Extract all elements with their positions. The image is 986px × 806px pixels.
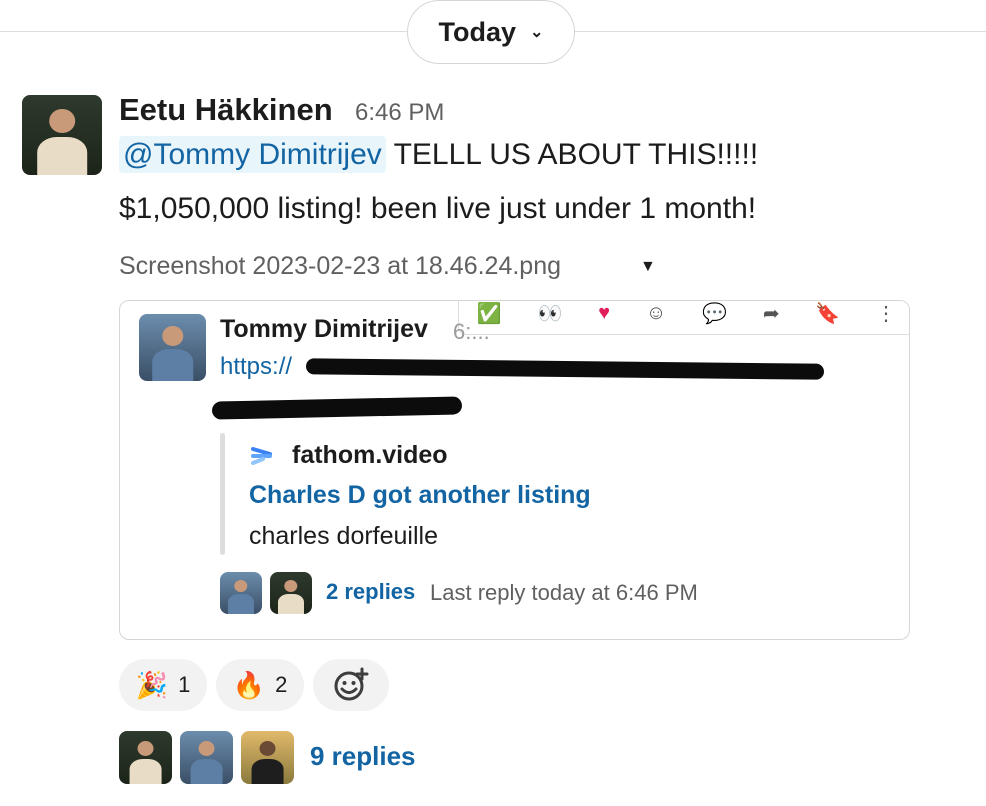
attachment-file-name[interactable]: Screenshot 2023-02-23 at 18.46.24.png (119, 252, 561, 281)
sender-avatar[interactable] (22, 95, 102, 175)
fire-icon: 🔥 (232, 669, 266, 700)
caret-down-icon[interactable]: ▼ (640, 258, 656, 276)
thread-participant-avatar[interactable] (180, 731, 233, 784)
message-time[interactable]: 6:46 PM (355, 99, 444, 127)
reply-avatar (220, 572, 262, 614)
link-preview-domain: fathom.video (292, 441, 448, 469)
more-icon: ⋮ (876, 302, 897, 325)
inner-last-reply: Last reply today at 6:46 PM (430, 580, 698, 605)
thread-participant-avatar[interactable] (119, 731, 172, 784)
attachment-image[interactable]: ✅ 👀 ♥ ☺ 💬 ➦ 🔖 ⋮ Tommy Dimitrijev 6:... h… (119, 300, 910, 640)
reaction-party[interactable]: 🎉 1 (119, 659, 207, 711)
date-divider-button[interactable]: Today ⌄ (407, 0, 575, 64)
message-text-line1: @Tommy Dimitrijev TELLL US ABOUT THIS!!!… (119, 136, 759, 173)
reaction-count: 2 (275, 672, 288, 697)
share-icon: ➦ (762, 302, 780, 325)
thread-replies-link[interactable]: 9 replies (310, 741, 416, 772)
inner-sender-name: Tommy Dimitrijev (220, 315, 428, 343)
date-divider-label: Today (438, 16, 517, 47)
link-preview-description: charles dorfeuille (249, 522, 438, 550)
add-reaction-button[interactable] (313, 659, 389, 711)
bookmark-icon: 🔖 (815, 302, 841, 325)
add-emoji-icon (334, 667, 369, 701)
reaction-count: 1 (178, 672, 191, 697)
inner-sender-avatar (139, 314, 206, 381)
reply-avatar (270, 572, 312, 614)
heart-icon: ♥ (598, 301, 611, 324)
inner-link: https:// (220, 353, 293, 380)
message-text-line2: $1,050,000 listing! been live just under… (119, 192, 757, 225)
message-text: TELLL US ABOUT THIS!!!!! (393, 138, 759, 171)
chevron-down-icon: ⌄ (530, 24, 544, 41)
inner-replies-link: 2 replies (326, 579, 416, 604)
redaction-mark (305, 358, 825, 380)
eyes-icon: 👀 (537, 302, 563, 325)
user-mention[interactable]: @Tommy Dimitrijev (119, 136, 386, 173)
emoji-icon: ☺ (645, 301, 667, 324)
sender-name[interactable]: Eetu Häkkinen (119, 92, 333, 128)
message-actions-toolbar: ✅ 👀 ♥ ☺ 💬 ➦ 🔖 ⋮ (458, 301, 909, 335)
link-preview-title: Charles D got another listing (249, 481, 591, 509)
link-preview-bar (220, 433, 225, 555)
inner-message-time: 6:... (453, 319, 490, 344)
party-popper-icon: 🎉 (135, 669, 169, 700)
fathom-logo-icon (251, 447, 272, 465)
reply-icon: 💬 (702, 302, 728, 325)
thread-participant-avatar[interactable] (241, 731, 294, 784)
redaction-mark (211, 396, 463, 420)
reaction-fire[interactable]: 🔥 2 (216, 659, 304, 711)
